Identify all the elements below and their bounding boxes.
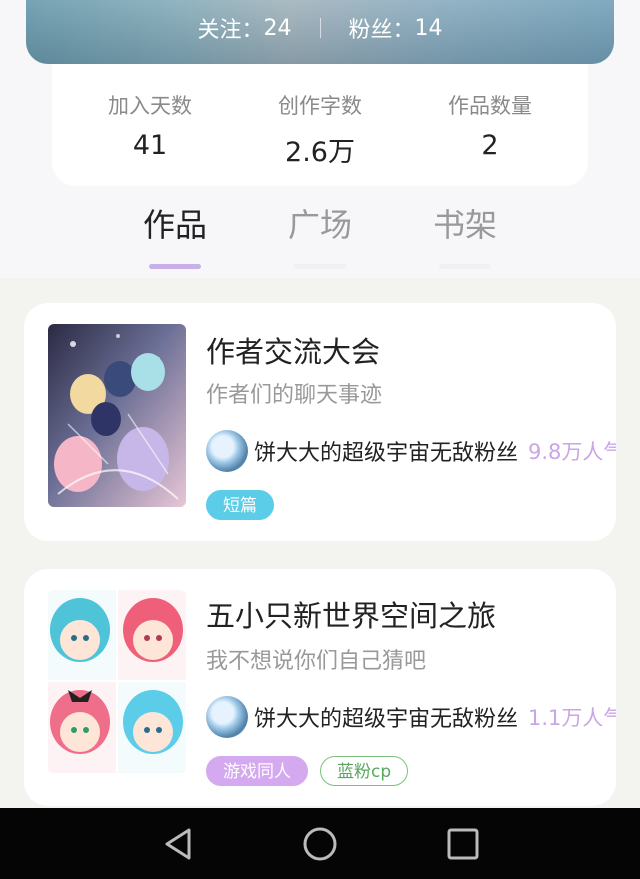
work-description: 我不想说你们自己猜吧 [206,649,427,674]
stat-value: 2 [481,130,499,161]
stat-word-count: 创作字数 2.6万 [260,90,380,186]
author-avatar[interactable] [206,696,248,738]
cover-art-2 [48,590,186,773]
work-card[interactable]: 五小只新世界空间之旅 我不想说你们自己猜吧 饼大大的超级宇宙无敌粉丝 1.1万人… [24,569,616,806]
tag-badge[interactable]: 游戏同人 [206,756,308,786]
back-icon[interactable] [160,826,196,866]
profile-tabs: 作品 广场 书架 [0,200,640,270]
work-title[interactable]: 五小只新世界空间之旅 [206,593,496,635]
popularity-count: 9.8万人气 [528,440,616,464]
work-card[interactable]: 作者交流大会 作者们的聊天事迹 饼大大的超级宇宙无敌粉丝 9.8万人气 短篇 [24,303,616,541]
tab-indicator [439,264,491,269]
following-label: 关注： [197,18,264,43]
work-description: 作者们的聊天事迹 [206,383,383,408]
tab-indicator [149,264,201,269]
divider [319,18,321,38]
recents-icon[interactable] [445,826,481,866]
profile-banner: 关注： 24 粉丝： 14 [26,0,614,64]
tab-indicator [294,264,346,269]
author-name[interactable]: 饼大大的超级宇宙无敌粉丝 [254,701,518,733]
popularity-count: 1.1万人气 [528,706,616,730]
author-name[interactable]: 饼大大的超级宇宙无敌粉丝 [254,435,518,467]
tag-badge[interactable]: 蓝粉cp [320,756,409,786]
stat-works-count: 作品数量 2 [430,90,550,186]
stat-label: 创作字数 [278,94,362,118]
tab-bookshelf[interactable]: 书架 [415,200,515,269]
cover-art-1 [48,324,186,507]
fans-count: 14 [414,15,443,41]
stat-label: 加入天数 [108,94,192,118]
home-icon[interactable] [301,826,339,866]
stat-join-days: 加入天数 41 [90,90,210,186]
follow-stats-row: 关注： 24 粉丝： 14 [26,12,614,44]
following-count: 24 [263,15,292,41]
tag-badge[interactable]: 短篇 [206,490,274,520]
work-title[interactable]: 作者交流大会 [206,329,380,371]
stat-value: 41 [132,130,168,161]
tab-label: 广场 [287,206,352,244]
fans-label: 粉丝： [348,18,415,43]
system-navigation-bar [0,808,640,879]
tab-works[interactable]: 作品 [125,200,225,269]
work-tags: 游戏同人 蓝粉cp [206,756,420,786]
tab-label: 书架 [432,206,497,244]
tab-square[interactable]: 广场 [270,200,370,269]
fans-stat[interactable]: 粉丝： 14 [349,12,443,44]
work-author-row: 饼大大的超级宇宙无敌粉丝 1.1万人气 [206,696,616,738]
stats-card: 加入天数 41 创作字数 2.6万 作品数量 2 [52,64,588,186]
tab-label: 作品 [142,206,207,244]
following-stat[interactable]: 关注： 24 [197,12,291,44]
stat-value: 2.6万 [285,137,355,168]
work-cover-image[interactable] [48,324,186,507]
work-tags: 短篇 [206,490,286,520]
work-author-row: 饼大大的超级宇宙无敌粉丝 9.8万人气 [206,430,616,472]
author-avatar[interactable] [206,430,248,472]
work-cover-image[interactable] [48,590,186,773]
stat-label: 作品数量 [448,94,532,118]
profile-header-area: 关注： 24 粉丝： 14 加入天数 41 创作字数 2.6万 作品数量 2 作… [0,0,640,278]
